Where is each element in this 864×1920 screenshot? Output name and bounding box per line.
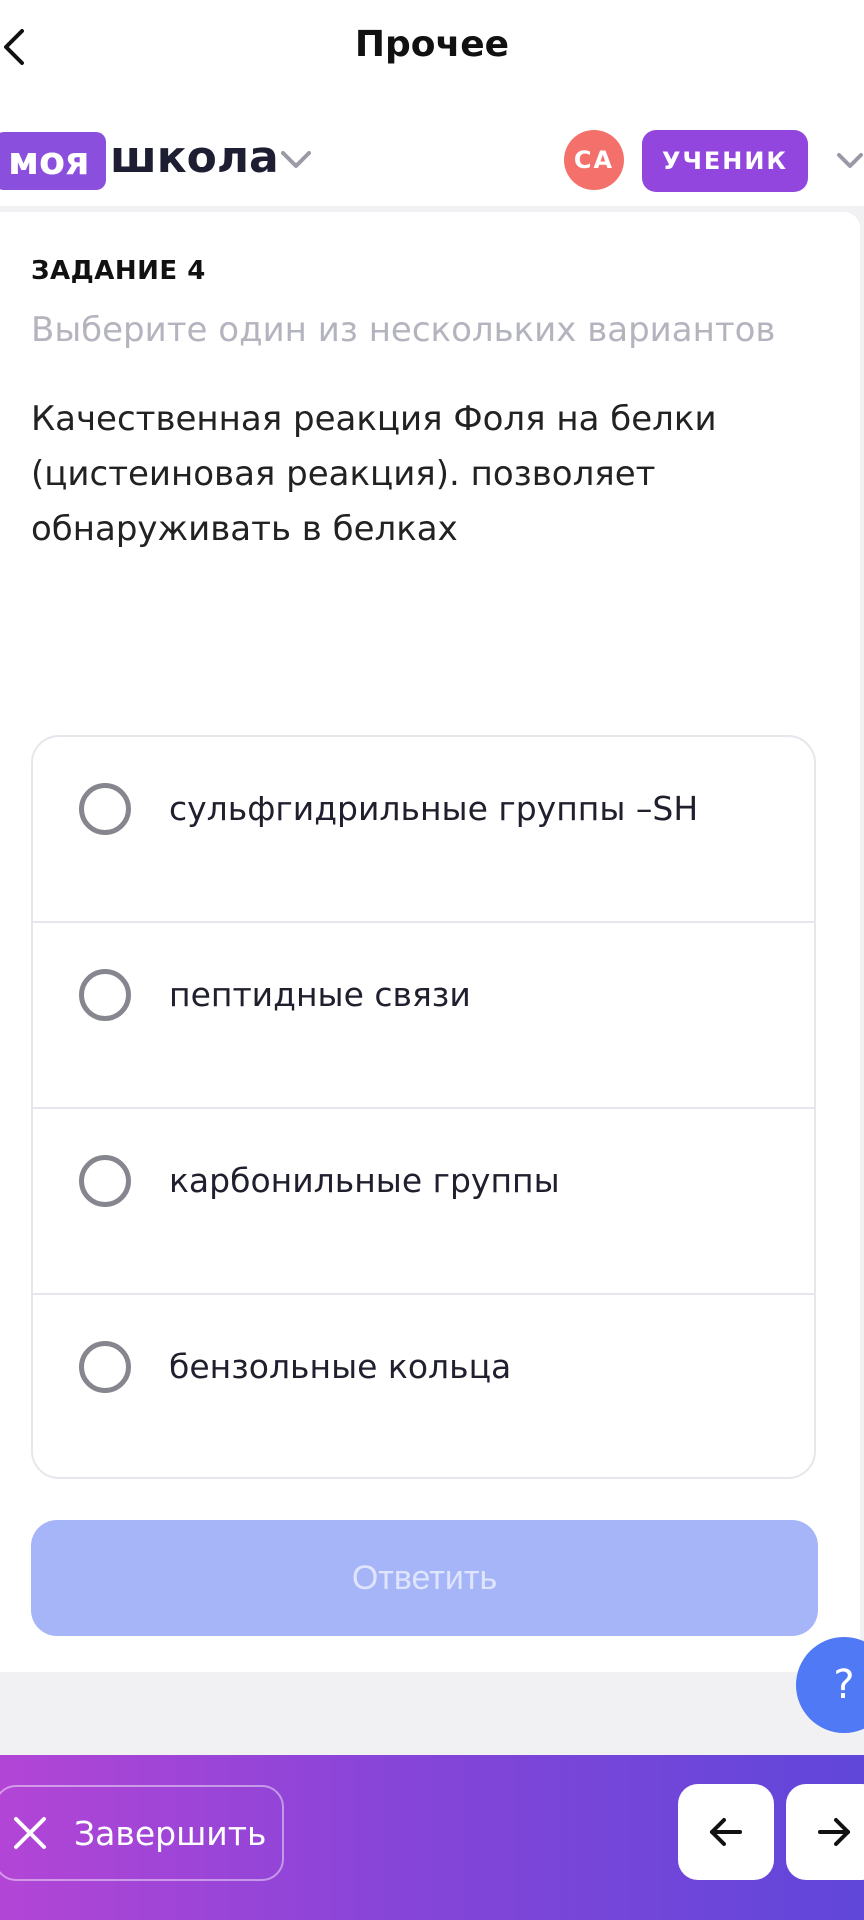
radio-button[interactable] <box>79 1155 131 1207</box>
radio-button[interactable] <box>79 1341 131 1393</box>
role-dropdown-button[interactable] <box>836 152 864 176</box>
radio-button[interactable] <box>79 783 131 835</box>
option-label: сульфгидрильные группы –SH <box>169 789 699 828</box>
page-title: Прочее <box>354 24 510 65</box>
finish-button[interactable]: Завершить <box>0 1785 284 1881</box>
answer-button[interactable]: Ответить <box>31 1520 818 1636</box>
avatar[interactable]: СА <box>564 130 624 190</box>
option-label: карбонильные группы <box>169 1161 560 1200</box>
role-badge[interactable]: УЧЕНИК <box>642 130 808 192</box>
next-task-button[interactable] <box>786 1784 864 1880</box>
arrow-right-icon <box>818 1818 850 1846</box>
radio-button[interactable] <box>79 969 131 1021</box>
option-label: пептидные связи <box>169 975 471 1014</box>
task-label: ЗАДАНИЕ 4 <box>31 256 206 286</box>
previous-task-button[interactable] <box>678 1784 774 1880</box>
chevron-down-icon <box>281 151 311 168</box>
finish-label: Завершить <box>74 1813 267 1853</box>
answer-option[interactable]: карбонильные группы <box>33 1109 814 1295</box>
question-text: Качественная реакция Фоля на белки (цист… <box>31 399 717 549</box>
task-hint: Выберите один из нескольких вариантов <box>31 310 776 350</box>
answer-option[interactable]: сульфгидрильные группы –SH <box>33 737 814 923</box>
chevron-down-icon <box>837 153 863 168</box>
answer-option[interactable]: пептидные связи <box>33 923 814 1109</box>
logo-word: школа <box>110 132 279 183</box>
answer-option[interactable]: бензольные кольца <box>33 1295 814 1477</box>
school-dropdown-button[interactable] <box>280 150 312 174</box>
option-label: бензольные кольца <box>169 1347 512 1386</box>
answer-options: сульфгидрильные группы –SH пептидные свя… <box>31 735 816 1479</box>
logo-pill: моя <box>0 132 106 190</box>
close-icon <box>14 1817 46 1849</box>
arrow-left-icon <box>710 1818 742 1846</box>
